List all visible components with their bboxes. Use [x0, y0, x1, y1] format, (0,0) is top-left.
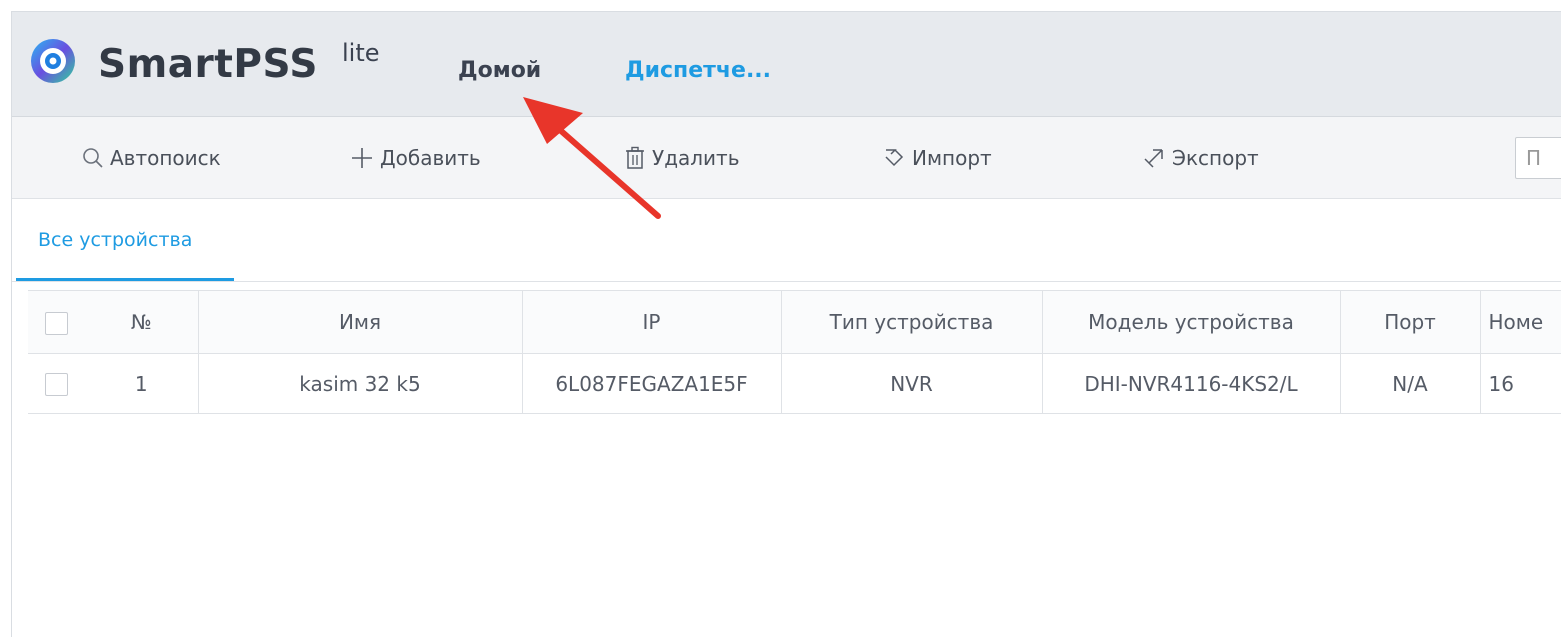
device-search-input[interactable]: П [1515, 137, 1561, 179]
column-header-no[interactable]: № [85, 290, 199, 354]
cell-number: 16 [1480, 353, 1561, 414]
device-tabs: Все устройства [12, 199, 1561, 282]
export-button[interactable]: Экспорт [1142, 143, 1259, 173]
trash-icon [626, 146, 644, 169]
autosearch-button[interactable]: Автопоиск [82, 143, 221, 173]
column-header-ip[interactable]: IP [522, 290, 782, 354]
device-table: № Имя IP Тип устройства Модель устройств… [28, 290, 1561, 414]
nav-home-tab[interactable]: Домой [458, 57, 541, 85]
import-button[interactable]: Импорт [882, 143, 992, 173]
column-header-number[interactable]: Номе [1480, 290, 1561, 354]
import-label: Импорт [912, 146, 992, 170]
table-header-row: № Имя IP Тип устройства Модель устройств… [28, 290, 1561, 354]
column-header-model[interactable]: Модель устройства [1042, 290, 1341, 354]
add-button[interactable]: Добавить [350, 143, 481, 173]
app-brand-edition: lite [342, 39, 380, 67]
delete-button[interactable]: Удалить [624, 143, 740, 173]
add-label: Добавить [380, 146, 481, 170]
header-select-all-cell [28, 290, 85, 354]
app-header: SmartPSS lite Домой Диспетче... [12, 12, 1561, 117]
nav-dispatcher-tab[interactable]: Диспетче... [625, 57, 771, 85]
column-header-port[interactable]: Порт [1340, 290, 1481, 354]
row-checkbox[interactable] [45, 373, 68, 396]
cell-type: NVR [781, 353, 1043, 414]
tab-all-devices[interactable]: Все устройства [16, 199, 234, 281]
device-toolbar: Автопоиск Добавить Удалить Импорт Экспор… [12, 117, 1561, 199]
column-header-name[interactable]: Имя [198, 290, 523, 354]
import-icon [885, 149, 904, 167]
row-select-cell [28, 353, 85, 414]
plus-icon [352, 148, 372, 168]
app-window: SmartPSS lite Домой Диспетче... Автопоис… [11, 11, 1561, 637]
cell-model: DHI-NVR4116-4KS2/L [1042, 353, 1341, 414]
cell-port: N/A [1340, 353, 1481, 414]
export-label: Экспорт [1172, 146, 1259, 170]
column-header-type[interactable]: Тип устройства [781, 290, 1043, 354]
search-icon [83, 148, 103, 168]
export-icon [1144, 149, 1163, 168]
delete-label: Удалить [652, 146, 740, 170]
cell-ip: 6L087FEGAZA1E5F [522, 353, 782, 414]
cell-no: 1 [85, 353, 199, 414]
select-all-checkbox[interactable] [45, 311, 68, 335]
cell-name: kasim 32 k5 [198, 353, 523, 414]
autosearch-label: Автопоиск [110, 146, 221, 170]
smartpss-logo-icon [31, 39, 75, 83]
table-row[interactable]: 1 kasim 32 k5 6L087FEGAZA1E5F NVR DHI-NV… [28, 353, 1561, 414]
app-brand: SmartPSS [98, 42, 318, 87]
